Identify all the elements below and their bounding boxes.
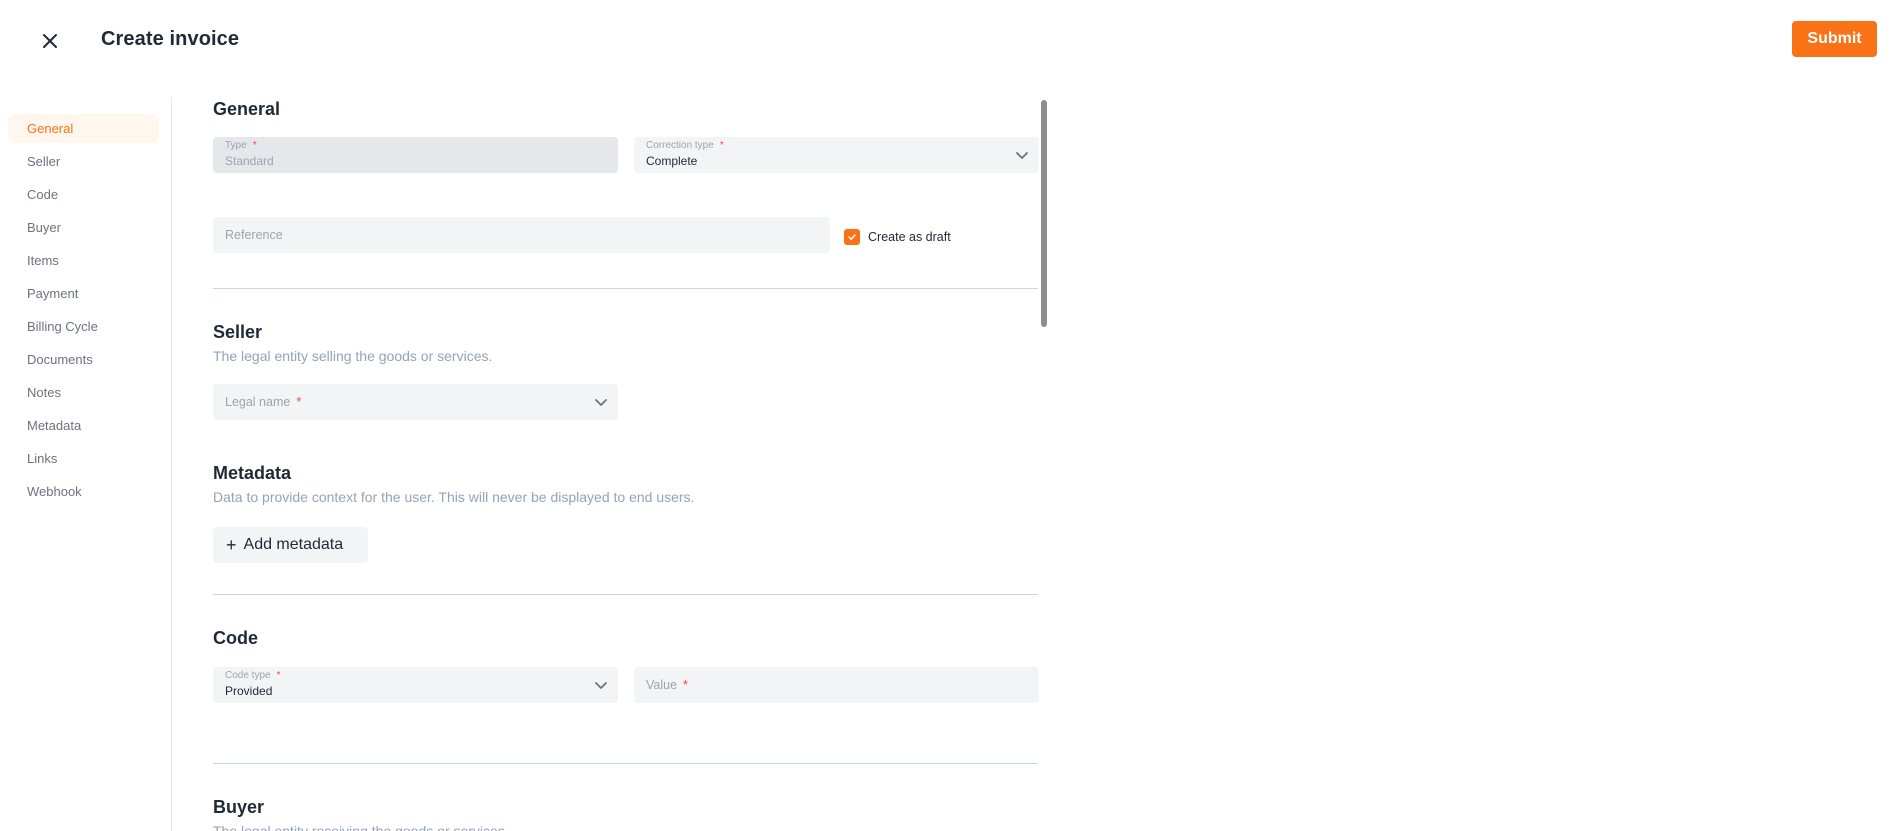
chevron-down-icon <box>595 682 607 689</box>
divider <box>213 288 1038 289</box>
section-title-metadata: Metadata <box>213 463 292 483</box>
correction-type-value: Complete <box>646 154 698 168</box>
type-field: Type * Standard <box>213 137 618 173</box>
close-icon <box>43 34 57 48</box>
section-title-buyer: Buyer <box>213 797 265 817</box>
code-value-placeholder: Value * <box>646 678 688 692</box>
sidebar-item-general[interactable]: General <box>8 114 159 143</box>
page-title: Create invoice <box>101 28 240 50</box>
reference-input[interactable]: Reference <box>213 217 830 253</box>
type-label: Type * <box>225 140 257 151</box>
sidebar-item-documents[interactable]: Documents <box>8 345 159 374</box>
add-metadata-label: Add metadata <box>243 536 344 553</box>
scrollbar-thumb[interactable] <box>1041 100 1047 327</box>
sidebar-item-metadata[interactable]: Metadata <box>8 411 159 440</box>
create-as-draft-label: Create as draft <box>868 230 951 244</box>
sidebar-item-items[interactable]: Items <box>8 246 159 275</box>
divider <box>213 594 1038 595</box>
check-icon <box>848 234 856 240</box>
sidebar-item-notes[interactable]: Notes <box>8 378 159 407</box>
sidebar-item-links[interactable]: Links <box>8 444 159 473</box>
sidebar-item-code[interactable]: Code <box>8 180 159 209</box>
checkbox-checked[interactable] <box>844 229 860 245</box>
header: Create invoice Submit <box>0 0 1903 80</box>
code-type-label: Code type * <box>225 670 281 681</box>
legal-name-select[interactable]: Legal name * <box>213 384 618 420</box>
sidebar-item-seller[interactable]: Seller <box>8 147 159 176</box>
section-title-code: Code <box>213 628 258 648</box>
chevron-down-icon <box>595 399 607 406</box>
section-title-seller: Seller <box>213 322 263 342</box>
correction-type-label: Correction type * <box>646 140 724 151</box>
code-value-input[interactable]: Value * <box>634 667 1039 703</box>
section-desc-buyer: The legal entity receiving the goods or … <box>213 823 509 831</box>
section-desc-metadata: Data to provide context for the user. Th… <box>213 489 695 505</box>
sidebar-item-billing-cycle[interactable]: Billing Cycle <box>8 312 159 341</box>
legal-name-placeholder: Legal name * <box>225 395 302 409</box>
close-button[interactable] <box>38 29 62 53</box>
correction-type-select[interactable]: Correction type * Complete <box>634 137 1039 173</box>
chevron-down-icon <box>1016 152 1028 159</box>
sidebar-nav: General Seller Code Buyer Items Payment … <box>0 97 172 831</box>
type-value: Standard <box>225 154 274 168</box>
section-title-general: General <box>213 99 281 119</box>
reference-placeholder: Reference <box>225 228 283 242</box>
create-as-draft-checkbox[interactable]: Create as draft <box>844 229 951 245</box>
code-type-select[interactable]: Code type * Provided <box>213 667 618 703</box>
submit-button[interactable]: Submit <box>1792 21 1877 57</box>
sidebar-item-payment[interactable]: Payment <box>8 279 159 308</box>
plus-icon: + <box>226 534 237 555</box>
code-type-value: Provided <box>225 684 273 698</box>
divider <box>213 763 1038 764</box>
add-metadata-button[interactable]: + Add metadata <box>213 527 368 563</box>
sidebar-item-webhook[interactable]: Webhook <box>8 477 159 506</box>
sidebar-item-buyer[interactable]: Buyer <box>8 213 159 242</box>
section-desc-seller: The legal entity selling the goods or se… <box>213 348 493 364</box>
form-content: General Type * Standard Correction type * … <box>173 97 1043 831</box>
